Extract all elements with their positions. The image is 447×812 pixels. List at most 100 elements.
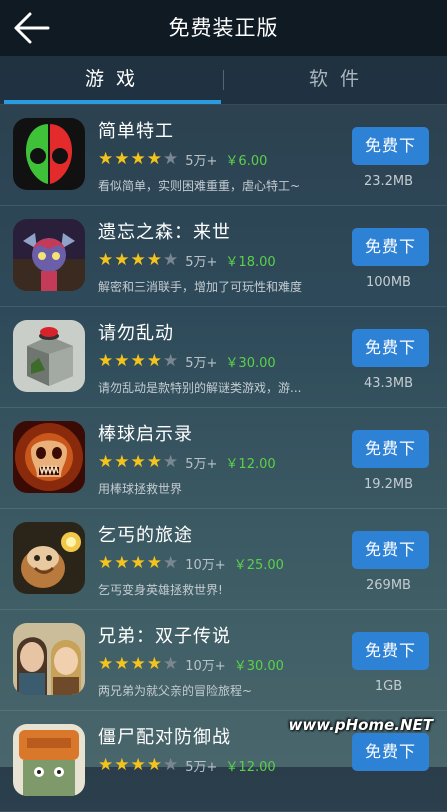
star-filled-icon: ★: [130, 149, 146, 169]
active-tab-indicator: [4, 100, 221, 104]
star-filled-icon: ★: [114, 654, 130, 674]
app-name: 简单特工: [98, 121, 174, 142]
star-empty-icon: ★: [163, 149, 179, 169]
free-download-button[interactable]: 免费下: [352, 531, 429, 569]
app-icon: [13, 118, 85, 190]
app-icon: [13, 623, 85, 695]
file-size: 23.2MB: [363, 174, 414, 189]
app-meta: ★ ★ ★ ★ ★ 5万+ ￥6.00: [98, 149, 267, 169]
star-filled-icon: ★: [146, 351, 162, 371]
star-filled-icon: ★: [114, 149, 130, 169]
free-download-button[interactable]: 免费下: [352, 430, 429, 468]
app-meta: ★ ★ ★ ★ ★ 10万+ ￥25.00: [98, 553, 284, 573]
free-download-button[interactable]: 免费下: [352, 329, 429, 367]
tab-bar: 游 戏 软 件: [0, 56, 447, 105]
star-filled-icon: ★: [114, 452, 130, 472]
app-list: 简单特工 ★ ★ ★ ★ ★ 5万+ ￥6.00 看似简单，实则困难重重，虐心特工~ 免…: [0, 105, 447, 812]
star-filled-icon: ★: [146, 250, 162, 270]
app-description: 乞丐变身英雄拯救世界!: [98, 583, 223, 597]
star-filled-icon: ★: [146, 553, 162, 573]
star-empty-icon: ★: [163, 553, 179, 573]
original-price: ￥12.00: [225, 759, 276, 775]
app-name: 请勿乱动: [98, 323, 174, 344]
app-description: 用棒球拯救世界: [98, 482, 183, 496]
file-size: 19.2MB: [363, 477, 414, 492]
download-count: 5万+: [185, 153, 218, 169]
list-item[interactable]: 遗忘之森：来世 ★ ★ ★ ★ ★ 5万+ ￥18.00 解密和三消联手，增加了可玩性和…: [0, 206, 447, 307]
star-empty-icon: ★: [163, 452, 179, 472]
original-price: ￥6.00: [225, 153, 268, 169]
page-title: 免费装正版: [168, 16, 279, 40]
star-empty-icon: ★: [163, 654, 179, 674]
star-filled-icon: ★: [130, 452, 146, 472]
star-filled-icon: ★: [146, 654, 162, 674]
app-description: 解密和三消联手，增加了可玩性和难度: [98, 280, 303, 294]
download-count: 5万+: [185, 456, 218, 472]
original-price: ￥12.00: [225, 456, 276, 472]
app-name: 僵尸配对防御战: [98, 727, 231, 748]
list-item[interactable]: 兄弟：双子传说 ★ ★ ★ ★ ★ 10万+ ￥30.00 两兄弟为就父亲的冒险旅程~ …: [0, 610, 447, 711]
app-icon: [13, 724, 85, 796]
download-count: 10万+: [185, 557, 226, 573]
app-description: 看似简单，实则困难重重，虐心特工~: [98, 179, 301, 193]
star-filled-icon: ★: [130, 553, 146, 573]
download-count: 10万+: [185, 658, 226, 674]
app-meta: ★ ★ ★ ★ ★ 5万+ ￥12.00: [98, 452, 276, 472]
star-filled-icon: ★: [130, 755, 146, 775]
star-filled-icon: ★: [98, 452, 114, 472]
file-size: 269MB: [366, 578, 411, 593]
star-filled-icon: ★: [98, 553, 114, 573]
app-meta: ★ ★ ★ ★ ★ 5万+ ￥12.00: [98, 755, 276, 775]
file-size: 43.3MB: [363, 376, 414, 391]
original-price: ￥30.00: [233, 658, 284, 674]
app-name: 乞丐的旅途: [98, 525, 193, 546]
rating-stars: ★ ★ ★ ★ ★: [98, 150, 179, 168]
tab-software[interactable]: 软 件: [224, 56, 447, 104]
original-price: ￥25.00: [233, 557, 284, 573]
list-item[interactable]: 请勿乱动 ★ ★ ★ ★ ★ 5万+ ￥30.00 请勿乱动是款特别的解谜类游戏，游..…: [0, 307, 447, 408]
header-bar: 免费装正版: [0, 0, 447, 56]
free-download-button[interactable]: 免费下: [352, 127, 429, 165]
star-filled-icon: ★: [98, 351, 114, 371]
star-filled-icon: ★: [98, 654, 114, 674]
app-name: 遗忘之森：来世: [98, 222, 231, 243]
star-filled-icon: ★: [130, 654, 146, 674]
app-icon: [13, 219, 85, 291]
rating-stars: ★ ★ ★ ★ ★: [98, 352, 179, 370]
star-filled-icon: ★: [98, 250, 114, 270]
star-filled-icon: ★: [98, 755, 114, 775]
app-icon: [13, 522, 85, 594]
free-download-button[interactable]: 免费下: [352, 632, 429, 670]
star-filled-icon: ★: [130, 351, 146, 371]
app-meta: ★ ★ ★ ★ ★ 5万+ ￥18.00: [98, 250, 276, 270]
rating-stars: ★ ★ ★ ★ ★: [98, 251, 179, 269]
original-price: ￥30.00: [225, 355, 276, 371]
list-item[interactable]: 乞丐的旅途 ★ ★ ★ ★ ★ 10万+ ￥25.00 乞丐变身英雄拯救世界! 免费下 …: [0, 509, 447, 610]
list-item[interactable]: 棒球启示录 ★ ★ ★ ★ ★ 5万+ ￥12.00 用棒球拯救世界 免费下 19.2M…: [0, 408, 447, 509]
star-filled-icon: ★: [98, 149, 114, 169]
star-filled-icon: ★: [146, 452, 162, 472]
tab-games[interactable]: 游 戏: [0, 56, 223, 104]
star-filled-icon: ★: [114, 553, 130, 573]
rating-stars: ★ ★ ★ ★ ★: [98, 655, 179, 673]
free-download-button[interactable]: 免费下: [352, 733, 429, 771]
app-name: 兄弟：双子传说: [98, 626, 231, 647]
app-name: 棒球启示录: [98, 424, 193, 445]
star-filled-icon: ★: [114, 351, 130, 371]
star-filled-icon: ★: [114, 250, 130, 270]
rating-stars: ★ ★ ★ ★ ★: [98, 756, 179, 774]
rating-stars: ★ ★ ★ ★ ★: [98, 554, 179, 572]
free-download-button[interactable]: 免费下: [352, 228, 429, 266]
app-meta: ★ ★ ★ ★ ★ 10万+ ￥30.00: [98, 654, 284, 674]
download-count: 5万+: [185, 355, 218, 371]
star-empty-icon: ★: [163, 351, 179, 371]
file-size: 1GB: [374, 679, 403, 694]
list-item[interactable]: 简单特工 ★ ★ ★ ★ ★ 5万+ ￥6.00 看似简单，实则困难重重，虐心特工~ 免…: [0, 105, 447, 206]
app-icon: [13, 320, 85, 392]
app-description: 请勿乱动是款特别的解谜类游戏，游...: [98, 381, 302, 395]
app-meta: ★ ★ ★ ★ ★ 5万+ ￥30.00: [98, 351, 276, 371]
app-description: 两兄弟为就父亲的冒险旅程~: [98, 684, 253, 698]
download-count: 5万+: [185, 254, 218, 270]
star-empty-icon: ★: [163, 755, 179, 775]
star-filled-icon: ★: [146, 755, 162, 775]
